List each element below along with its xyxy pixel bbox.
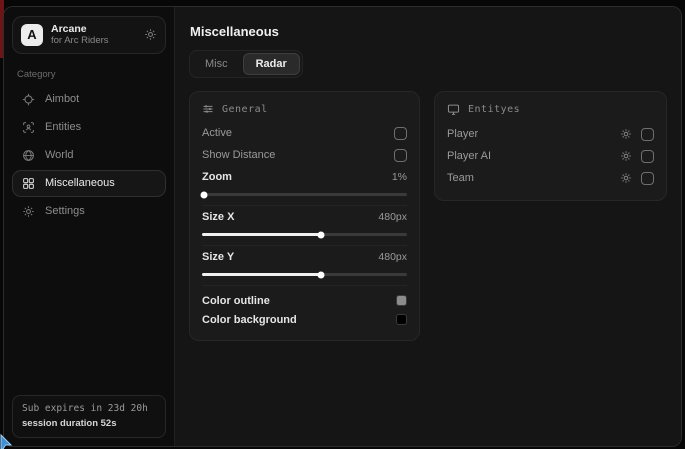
sidebar-item-label: World	[45, 149, 74, 161]
brand-text: Arcane for Arc Riders	[51, 23, 136, 47]
entity-label: Player	[447, 128, 620, 140]
grid-icon	[22, 177, 35, 190]
slider-value: 480px	[378, 251, 407, 263]
sliders-icon	[202, 103, 214, 115]
team-checkbox[interactable]	[641, 172, 654, 185]
slider-label-row: Size Y 480px	[202, 247, 407, 267]
session-duration: session duration 52s	[22, 418, 156, 429]
mouse-cursor	[0, 434, 14, 449]
sidebar-item-aimbot[interactable]: Aimbot	[12, 86, 166, 113]
monitor-icon	[447, 103, 460, 116]
player-checkbox[interactable]	[641, 128, 654, 141]
subscription-expiry: Sub expires in 23d 20h	[22, 403, 156, 414]
color-background-row: Color background	[202, 310, 407, 329]
entity-row-player-ai: Player AI	[447, 145, 654, 167]
sidebar-item-entities[interactable]: Entities	[12, 114, 166, 141]
size-x-slider-group: Size X 480px	[202, 206, 407, 246]
gear-icon[interactable]	[620, 128, 632, 140]
entities-panel-header: Entityes	[447, 103, 654, 116]
size-y-slider-group: Size Y 480px	[202, 246, 407, 286]
settings-gear-icon[interactable]	[144, 28, 157, 41]
sidebar-item-label: Settings	[45, 205, 85, 217]
app-subtitle: for Arc Riders	[51, 36, 136, 47]
entities-panel-title: Entityes	[468, 104, 520, 115]
entities-panel: Entityes Player Player AI Team	[434, 91, 667, 201]
slider-label: Zoom	[202, 171, 232, 183]
gear-icon[interactable]	[620, 150, 632, 162]
general-panel-header: General	[202, 103, 407, 115]
entity-label: Player AI	[447, 150, 620, 162]
size-y-slider[interactable]	[202, 273, 407, 276]
slider-thumb[interactable]	[201, 191, 208, 198]
size-x-slider[interactable]	[202, 233, 407, 236]
slider-thumb[interactable]	[317, 271, 324, 278]
sidebar-nav: Aimbot Entities World Miscellaneous Sett…	[12, 86, 166, 226]
tab-radar[interactable]: Radar	[243, 53, 300, 75]
app-logo: A	[21, 24, 43, 46]
general-panel: General Active Show Distance Zoom 1%	[189, 91, 420, 341]
entity-row-player: Player	[447, 123, 654, 145]
color-outline-swatch[interactable]	[396, 295, 407, 306]
sidebar: A Arcane for Arc Riders Category Aimbot …	[4, 7, 175, 446]
color-label: Color background	[202, 314, 297, 326]
toggle-row-show-distance: Show Distance	[202, 144, 407, 166]
tab-bar: Misc Radar	[189, 50, 303, 78]
slider-fill	[202, 233, 321, 236]
page-title: Miscellaneous	[190, 24, 667, 39]
sidebar-item-label: Entities	[45, 121, 81, 133]
toggle-label: Show Distance	[202, 149, 275, 161]
brand-card: A Arcane for Arc Riders	[12, 16, 166, 54]
general-panel-title: General	[222, 104, 268, 115]
slider-label: Size X	[202, 211, 234, 223]
show-distance-checkbox[interactable]	[394, 149, 407, 162]
sidebar-item-settings[interactable]: Settings	[12, 198, 166, 225]
slider-thumb[interactable]	[317, 231, 324, 238]
active-checkbox[interactable]	[394, 127, 407, 140]
toggle-label: Active	[202, 127, 232, 139]
globe-icon	[22, 149, 35, 162]
panels-row: General Active Show Distance Zoom 1%	[189, 91, 667, 341]
app-window: A Arcane for Arc Riders Category Aimbot …	[3, 6, 682, 447]
slider-value: 480px	[378, 211, 407, 223]
toggle-row-active: Active	[202, 122, 407, 144]
app-name: Arcane	[51, 23, 136, 35]
gear-icon[interactable]	[620, 172, 632, 184]
sidebar-item-world[interactable]: World	[12, 142, 166, 169]
color-outline-row: Color outline	[202, 291, 407, 310]
sidebar-item-label: Aimbot	[45, 93, 79, 105]
slider-label-row: Size X 480px	[202, 207, 407, 227]
scan-icon	[22, 121, 35, 134]
color-background-swatch[interactable]	[396, 314, 407, 325]
zoom-slider[interactable]	[202, 193, 407, 196]
category-label: Category	[17, 69, 161, 80]
slider-value: 1%	[392, 171, 407, 183]
slider-fill	[202, 273, 321, 276]
main-content: Miscellaneous Misc Radar General Active …	[175, 7, 681, 446]
player-ai-checkbox[interactable]	[641, 150, 654, 163]
zoom-slider-group: Zoom 1%	[202, 166, 407, 206]
entity-label: Team	[447, 172, 620, 184]
subscription-box: Sub expires in 23d 20h session duration …	[12, 395, 166, 438]
slider-label: Size Y	[202, 251, 234, 263]
slider-label-row: Zoom 1%	[202, 167, 407, 187]
sidebar-item-miscellaneous[interactable]: Miscellaneous	[12, 170, 166, 197]
color-label: Color outline	[202, 295, 270, 307]
tab-misc[interactable]: Misc	[192, 53, 241, 75]
crosshair-icon	[22, 93, 35, 106]
sidebar-item-label: Miscellaneous	[45, 177, 115, 189]
color-settings: Color outline Color background	[202, 286, 407, 329]
gear-icon	[22, 205, 35, 218]
entity-row-team: Team	[447, 167, 654, 189]
